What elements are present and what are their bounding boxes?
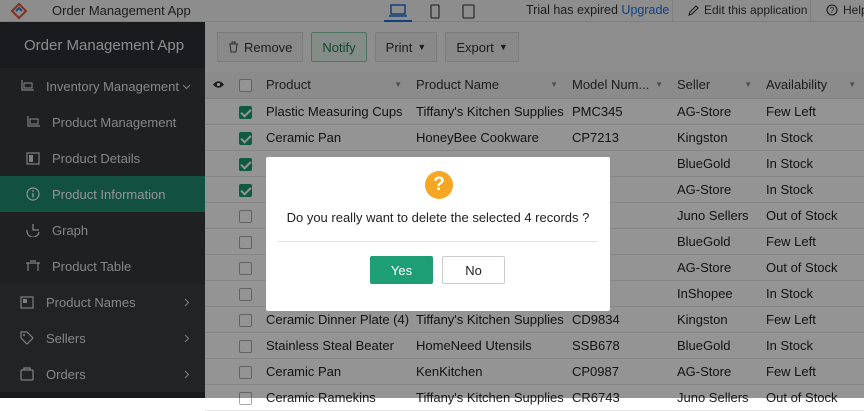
dialog-divider [278,241,598,242]
yes-button[interactable]: Yes [370,256,433,284]
no-button[interactable]: No [442,256,505,284]
confirm-delete-dialog: ? Do you really want to delete the selec… [266,157,610,311]
question-icon: ? [425,171,453,199]
dialog-message: Do you really want to delete the selecte… [286,210,590,225]
